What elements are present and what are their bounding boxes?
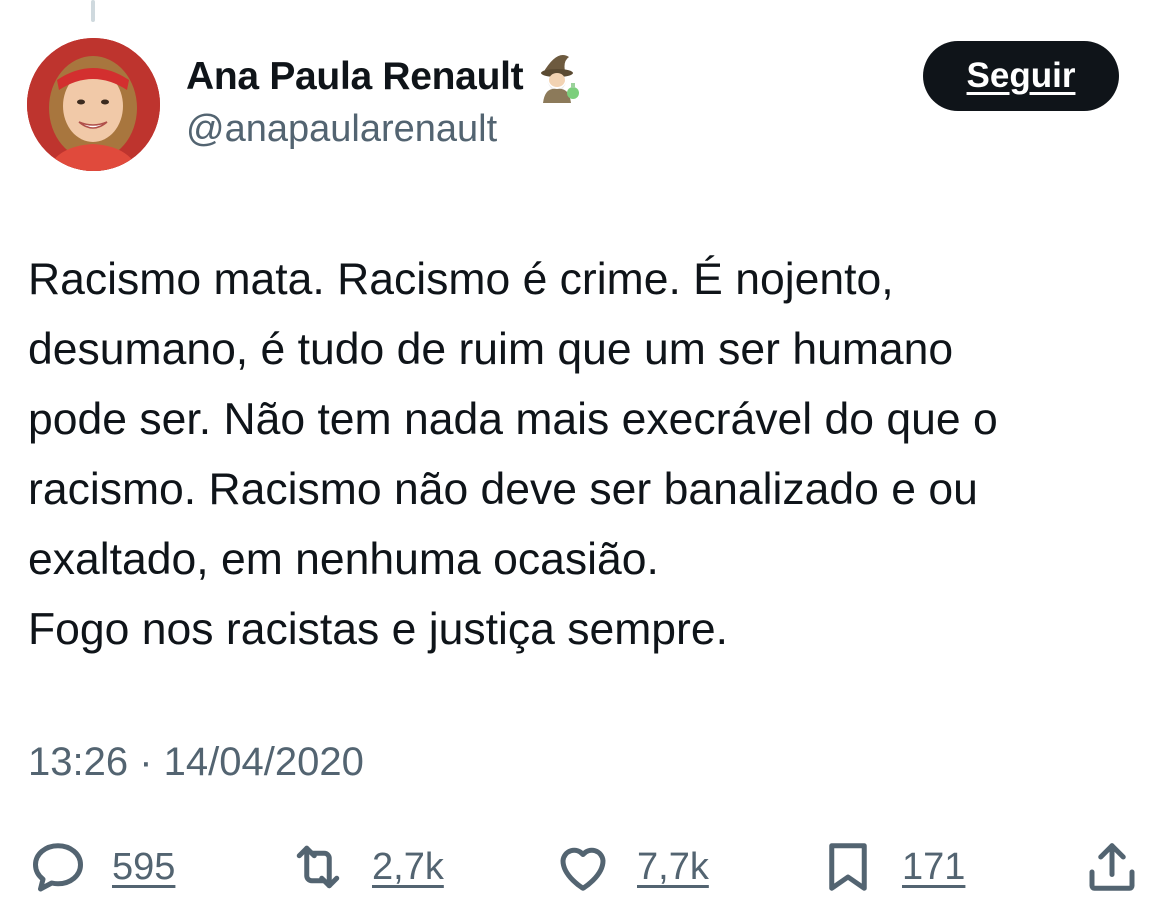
- share-button[interactable]: [1082, 832, 1142, 902]
- tweet-text: Racismo mata. Racismo é crime. É nojento…: [28, 245, 1148, 665]
- retweet-icon: [288, 837, 348, 897]
- bookmark-count[interactable]: 171: [902, 846, 965, 889]
- reply-count[interactable]: 595: [112, 846, 175, 889]
- reply-icon: [28, 837, 88, 897]
- avatar-image: [27, 38, 160, 171]
- tweet-action-bar: 595 2,7k 7,7k 171: [0, 832, 1170, 902]
- thread-connector-line: [91, 0, 95, 22]
- tweet-text-line: desumano, é tudo de ruim que um ser huma…: [28, 325, 954, 374]
- like-count[interactable]: 7,7k: [637, 846, 709, 889]
- retweet-count[interactable]: 2,7k: [372, 846, 444, 889]
- reply-button[interactable]: 595: [28, 832, 175, 902]
- bookmark-icon: [818, 837, 878, 897]
- like-button[interactable]: 7,7k: [553, 832, 709, 902]
- tweet-text-line: Fogo nos racistas e justiça sempre.: [28, 605, 728, 654]
- heart-icon: [553, 837, 613, 897]
- avatar[interactable]: [27, 38, 160, 171]
- tweet-text-line: pode ser. Não tem nada mais execrável do…: [28, 395, 998, 444]
- author-info: Ana Paula Renault @anapaularenault: [186, 52, 585, 151]
- author-display-name[interactable]: Ana Paula Renault: [186, 55, 524, 99]
- author-name-row: Ana Paula Renault: [186, 51, 585, 103]
- wizard-emoji-icon: [533, 51, 585, 103]
- share-icon: [1082, 837, 1142, 897]
- tweet-timestamp[interactable]: 13:26 · 14/04/2020: [28, 740, 364, 785]
- follow-button[interactable]: Seguir: [923, 41, 1119, 111]
- author-handle[interactable]: @anapaularenault: [186, 108, 585, 151]
- retweet-button[interactable]: 2,7k: [288, 832, 444, 902]
- tweet-text-line: exaltado, em nenhuma ocasião.: [28, 535, 659, 584]
- tweet-text-line: Racismo mata. Racismo é crime. É nojento…: [28, 255, 894, 304]
- tweet-text-line: racismo. Racismo não deve ser banalizado…: [28, 465, 978, 514]
- bookmark-button[interactable]: 171: [818, 832, 965, 902]
